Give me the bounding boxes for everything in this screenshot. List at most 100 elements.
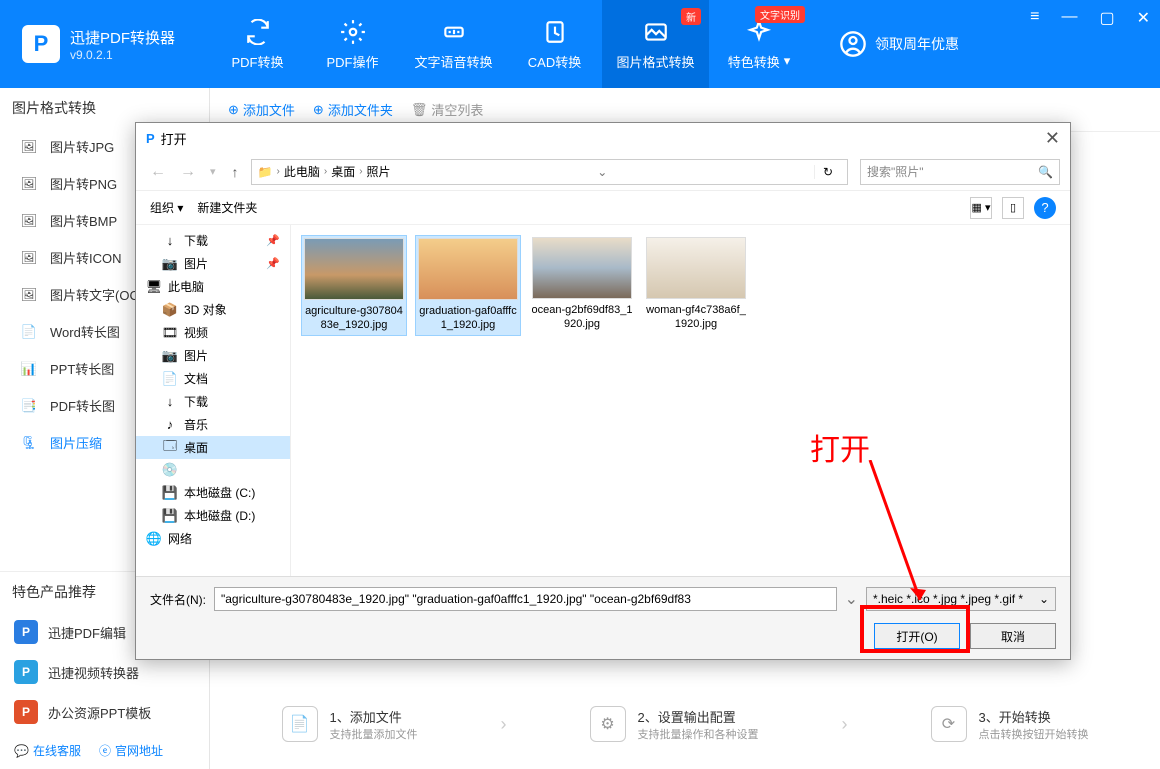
file-name: graduation-gaf0afffc1_1920.jpg [418,304,518,333]
file-name: woman-gf4c738a6f_1920.jpg [645,303,747,332]
open-button[interactable]: 打开(O) [874,623,960,649]
format-icon: 🖼 [20,138,38,156]
help-button[interactable]: ? [1034,197,1056,219]
promo-icon: P [14,660,38,684]
app-mini-icon: P [146,131,155,146]
ocr-badge: 文字识别 [755,6,805,23]
tree-item[interactable]: 🌐网络 [136,527,290,550]
folder-icon: ↓ [162,394,178,410]
cad-icon [541,18,569,46]
promo-icon: P [14,620,38,644]
tree-item[interactable]: ↓下载 [136,390,290,413]
file-open-dialog: P 打开 ✕ ← → ▾ ↑ 📁 › 此电脑› 桌面› 照片 ⌄ ↻ 搜索"照片… [135,122,1071,660]
preview-pane-button[interactable]: ▯ [1002,197,1024,219]
format-icon: 🖼 [20,249,38,267]
nav-history-button[interactable]: ▾ [206,165,220,178]
breadcrumb-bar[interactable]: 📁 › 此电脑› 桌面› 照片 ⌄ ↻ [251,159,848,185]
tree-item[interactable]: 📦3D 对象 [136,298,290,321]
file-filter-select[interactable]: *.heic *.ico *.jpg *.jpeg *.gif *⌄ [866,587,1056,611]
tree-item[interactable]: 🎞视频 [136,321,290,344]
organize-button[interactable]: 组织 ▾ [150,199,183,216]
folder-icon: 💿 [162,462,178,478]
filename-label: 文件名(N): [150,591,206,608]
tree-item[interactable]: 🖥此电脑 [136,275,290,298]
file-item[interactable]: agriculture-g30780483e_1920.jpg [301,235,407,336]
tab-pdf-operate[interactable]: PDF操作 [305,0,400,88]
settings-icon: ⚙ [590,706,626,742]
add-folder-button[interactable]: ⊕ 添加文件夹 [313,100,393,119]
folder-icon: 🎞 [162,325,178,341]
tree-item[interactable]: 💾本地磁盘 (C:) [136,481,290,504]
folder-icon: 📷 [162,256,178,272]
tree-item[interactable]: ♪音乐 [136,413,290,436]
nav-up-button[interactable]: ↑ [226,164,245,180]
tab-special[interactable]: 特色转换▾ 文字识别 [709,0,809,88]
tree-item[interactable]: 💾本地磁盘 (D:) [136,504,290,527]
pin-icon: 📌 [266,234,280,247]
add-file-button[interactable]: ⊕ 添加文件 [228,100,295,119]
close-icon[interactable]: ✕ [1137,8,1150,28]
file-name: ocean-g2bf69df83_1920.jpg [531,303,633,332]
dialog-body: ↓下载📌📷图片📌🖥此电脑📦3D 对象🎞视频📷图片📄文档↓下载♪音乐🗔桌面 💿 💾本地… [136,225,1070,576]
file-item[interactable]: ocean-g2bf69df83_1920.jpg [529,235,635,336]
arrow-icon: › [501,714,507,735]
breadcrumb-segment[interactable]: 桌面› [331,163,362,180]
tree-item[interactable]: 🗔桌面 [136,436,290,459]
format-icon: 📄 [20,323,38,341]
menu-icon[interactable]: ≡ [1030,8,1039,28]
breadcrumb-dropdown[interactable]: ⌄ [597,165,607,179]
tree-item[interactable]: 📷图片 [136,344,290,367]
convert-icon [244,18,272,46]
maximize-icon[interactable]: ▢ [1099,8,1114,28]
logo-section: P 迅捷PDF转换器 v9.0.2.1 [0,25,210,63]
step-2: ⚙ 2、设置输出配置支持批量操作和各种设置 [590,706,759,742]
format-icon: 🖼 [20,286,38,304]
search-input[interactable]: 搜索"照片" 🔍 [860,159,1060,185]
dialog-titlebar: P 打开 ✕ [136,123,1070,153]
app-version: v9.0.2.1 [70,48,175,62]
nav-forward-button[interactable]: → [176,163,200,181]
tree-item[interactable]: 📷图片📌 [136,252,290,275]
file-thumbnail [418,238,518,300]
user-circle-icon [839,30,867,58]
main-tabs: PDF转换 PDF操作 文字语音转换 CAD转换 图片格式转换 新 特色转换▾ … [210,0,809,88]
new-folder-button[interactable]: 新建文件夹 [197,199,257,216]
minimize-icon[interactable]: — [1061,8,1077,28]
filename-input[interactable] [214,587,837,611]
breadcrumb-segment[interactable]: 照片 [367,163,391,180]
nav-back-button[interactable]: ← [146,163,170,181]
chat-icon: 💬 [14,744,29,758]
tab-pdf-convert[interactable]: PDF转换 [210,0,305,88]
online-service-link[interactable]: 💬在线客服 [14,742,81,759]
folder-icon: 📁 [258,165,273,179]
reward-link[interactable]: 领取周年优惠 [839,30,959,58]
app-logo-icon: P [22,25,60,63]
official-site-link[interactable]: ⓔ官网地址 [99,742,163,759]
tab-image-format[interactable]: 图片格式转换 新 [602,0,709,88]
search-icon: 🔍 [1038,165,1053,179]
folder-icon: 🗔 [162,440,178,456]
clear-list-button[interactable]: 🗑 清空列表 [411,100,484,119]
cancel-button[interactable]: 取消 [970,623,1056,649]
tree-item[interactable]: 💿 [136,459,290,481]
chevron-down-icon: ▾ [784,53,791,69]
tree-item[interactable]: 📄文档 [136,367,290,390]
view-mode-button[interactable]: ▦ ▾ [970,197,992,219]
file-item[interactable]: woman-gf4c738a6f_1920.jpg [643,235,749,336]
breadcrumb-segment[interactable]: 此电脑› [284,163,327,180]
image-icon [642,18,670,46]
refresh-button[interactable]: ↻ [814,165,841,179]
format-icon: 📊 [20,360,38,378]
dialog-toolbar: 组织 ▾ 新建文件夹 ▦ ▾ ▯ ? [136,191,1070,225]
voice-icon [440,18,468,46]
tree-item[interactable]: ↓下载📌 [136,229,290,252]
step-3: ⟳ 3、开始转换点击转换按钮开始转换 [931,706,1089,742]
tab-text-voice[interactable]: 文字语音转换 [400,0,507,88]
dialog-nav: ← → ▾ ↑ 📁 › 此电脑› 桌面› 照片 ⌄ ↻ 搜索"照片" 🔍 [136,153,1070,191]
app-name: 迅捷PDF转换器 [70,27,175,48]
file-item[interactable]: graduation-gaf0afffc1_1920.jpg [415,235,521,336]
format-icon: 🖼 [20,175,38,193]
tab-cad[interactable]: CAD转换 [507,0,602,88]
dialog-close-button[interactable]: ✕ [1045,128,1060,149]
promo-item[interactable]: P办公资源PPT模板 [0,692,209,732]
